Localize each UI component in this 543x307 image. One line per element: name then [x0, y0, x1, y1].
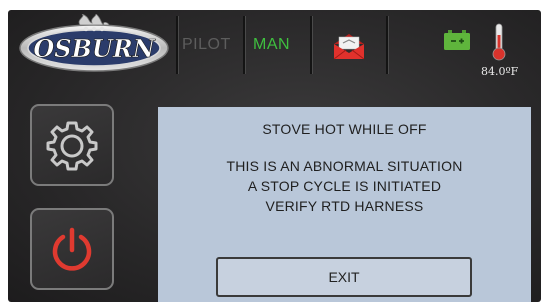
- exit-button[interactable]: EXIT: [216, 257, 472, 297]
- brand-wordmark: OSBURN: [33, 34, 155, 63]
- mail-icon[interactable]: [332, 32, 366, 60]
- dialog-message-line: A STOP CYCLE IS INITIATED: [247, 178, 442, 194]
- dialog-title: STOVE HOT WHILE OFF: [262, 121, 427, 137]
- thermometer-icon: [492, 23, 506, 61]
- mode-manual[interactable]: MAN: [253, 36, 290, 54]
- battery-icon: [444, 30, 470, 50]
- status-bar: OSBURN PILOT MAN 84.0ºF: [8, 10, 541, 80]
- dialog-message-line: VERIFY RTD HARNESS: [265, 198, 424, 214]
- stove-controller-screen: OSBURN PILOT MAN 84.0ºF STOVE HOT WHILE …: [8, 10, 541, 302]
- gear-icon: [46, 121, 98, 171]
- temperature-readout: 84.0ºF: [481, 65, 519, 78]
- power-icon: [52, 227, 92, 271]
- settings-button[interactable]: [30, 104, 114, 186]
- status-divider: [243, 16, 246, 74]
- alert-dialog: STOVE HOT WHILE OFF THIS IS AN ABNORMAL …: [158, 107, 531, 302]
- dialog-message-line: THIS IS AN ABNORMAL SITUATION: [226, 158, 463, 174]
- power-button[interactable]: [30, 208, 114, 290]
- status-divider: [176, 16, 179, 74]
- mode-pilot[interactable]: PILOT: [182, 36, 231, 54]
- status-divider: [310, 16, 313, 74]
- status-divider: [386, 16, 389, 74]
- osburn-logo: OSBURN: [19, 14, 169, 72]
